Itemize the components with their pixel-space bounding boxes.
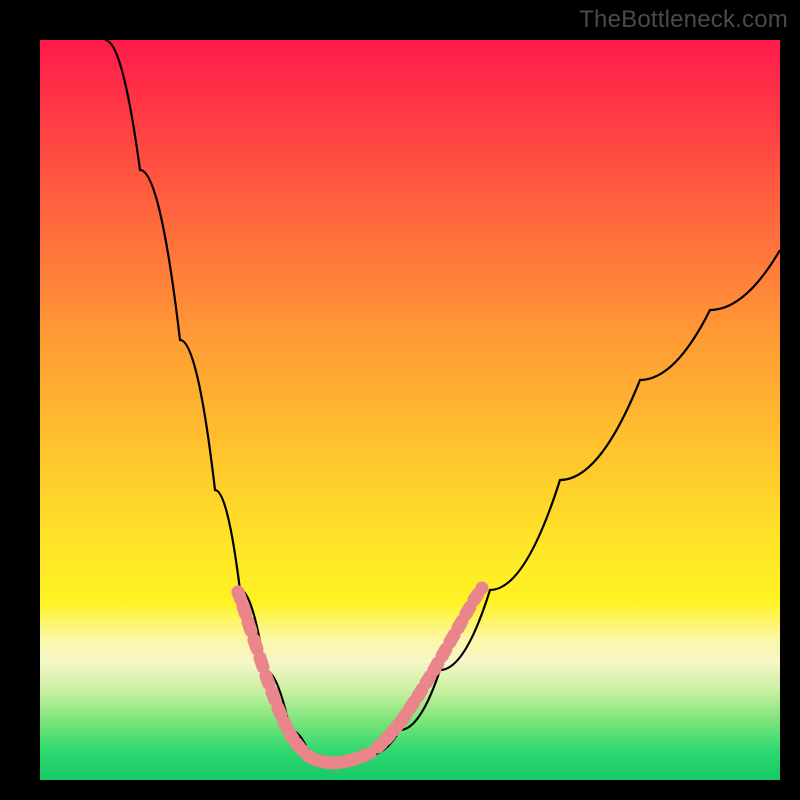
marker-segment (450, 635, 454, 642)
marker-segment (426, 677, 430, 684)
marker-segment (394, 725, 398, 730)
marker-segment (272, 692, 275, 700)
marker-segment (266, 676, 269, 684)
marker-segment (418, 690, 422, 697)
marker-segment (386, 735, 390, 740)
marker-segment (458, 621, 462, 628)
marker-segment (284, 722, 287, 728)
marker-segment (278, 708, 281, 715)
marker-segment (442, 649, 446, 656)
marker-dot (476, 582, 489, 595)
attribution-text: TheBottleneck.com (579, 6, 788, 34)
curve-svg (40, 40, 780, 780)
marker-segment (260, 658, 263, 667)
marker-segment (402, 714, 406, 720)
marker-segment (254, 640, 257, 649)
marker-segment (466, 607, 470, 614)
marker-segment (243, 606, 246, 614)
marker-segment (248, 622, 251, 631)
marker-segment (434, 663, 438, 670)
marker-segment (238, 592, 241, 599)
marker-group (232, 582, 489, 770)
plot-area (40, 40, 780, 780)
chart-frame: TheBottleneck.com (0, 0, 800, 800)
marker-segment (474, 594, 478, 600)
marker-segment (378, 743, 382, 747)
marker-segment (410, 702, 414, 708)
